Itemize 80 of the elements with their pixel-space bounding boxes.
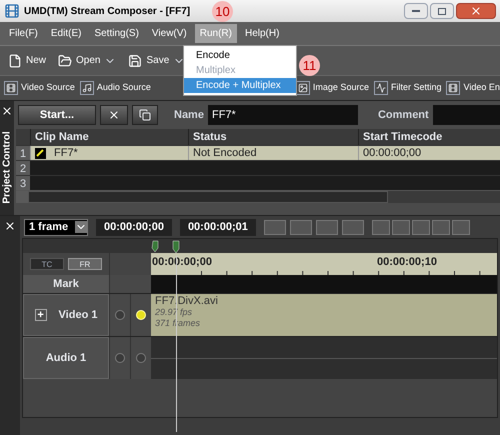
row-number: 2 [16,161,30,175]
remove-button[interactable] [100,105,128,125]
expand-button[interactable]: + [34,309,47,321]
track-toggle[interactable] [115,310,125,320]
playhead-marker-icon[interactable] [151,239,181,253]
close-icon[interactable] [1,105,13,117]
timecode-field[interactable]: 00:00:00;00 [96,218,172,236]
timeline-tool-button[interactable] [290,220,312,234]
minimize-button[interactable] [404,3,428,19]
transport-button[interactable] [432,220,450,234]
horizontal-scrollbar[interactable] [16,190,500,203]
close-icon[interactable] [4,220,16,232]
film-icon [4,81,18,95]
track-name: Audio 1 [46,350,86,366]
menu-item[interactable]: Edit(E) [46,24,86,43]
track-header[interactable]: Audio 1 [23,337,109,379]
menu-item[interactable]: File(F) [4,24,43,43]
app-icon [4,3,20,19]
step-dropdown[interactable]: 1 frame [24,218,88,236]
transport-button[interactable] [452,220,470,234]
maximize-button[interactable] [430,3,454,19]
menu-item[interactable]: Help(H) [240,24,284,43]
table-cell-text: FF7* [54,146,78,161]
music-icon [80,81,94,95]
file-icon [8,54,22,68]
toolbar-button[interactable]: Save [128,53,186,68]
timecode-field[interactable]: 00:00:00;01 [180,218,256,236]
menu-item[interactable]: View(V) [146,24,192,43]
minimize-icon [412,10,420,12]
table-cell-text: Not Encoded [193,146,257,161]
timeline-tool-button[interactable] [342,220,364,234]
menu-option[interactable]: Encode [184,48,296,63]
mark-label: Mark [23,275,109,293]
toolbar-button[interactable]: Open [58,53,116,68]
toolbar-button[interactable]: Video Source [4,81,75,95]
menu-item[interactable]: Setting(S) [89,24,144,43]
name-label: Name [174,108,204,123]
floppy-icon [128,54,142,68]
toolbar-button[interactable]: New [8,53,46,68]
transport-button[interactable] [412,220,430,234]
copy-button[interactable] [132,105,158,125]
start-button[interactable]: Start... [18,105,96,125]
row-number: 1 [16,146,30,160]
table-cell-text: 00:00:00;00 [363,146,422,161]
ruler-mode-tab[interactable]: FR [68,258,102,270]
transport-button[interactable] [392,220,410,234]
window-title: UMD(TM) Stream Composer - [FF7] [24,4,190,18]
track-header[interactable]: + Video 1 [23,294,109,336]
clip-checkbox[interactable] [35,148,46,158]
transport-button[interactable] [372,220,390,234]
film-icon [446,81,460,95]
wave-icon [374,81,388,95]
folder-icon [58,54,72,68]
scrollbar-thumb[interactable] [28,191,388,203]
clip-row[interactable]: 2 [16,160,500,175]
copy-icon [139,109,151,121]
ruler-mode-tab[interactable]: TC [30,258,64,270]
name-field[interactable]: FF7* [208,105,358,125]
clip-row[interactable]: 1 FF7* Not Encoded 00:00:00;00 [16,145,500,160]
track-toggle[interactable] [115,353,125,363]
track-toggle[interactable] [136,353,146,363]
track-name: Video 1 [58,308,98,323]
close-icon [470,5,482,17]
time-ruler[interactable]: 00:00:00;00 00:00:00;10 [151,253,497,275]
ruler-label: 00:00:00;00 [152,255,212,270]
comment-label: Comment [378,108,429,123]
toolbar-button[interactable]: Audio Source [80,81,151,95]
clip-name: FF7.DivX.avi [155,296,219,307]
row-number: 3 [16,176,30,190]
clip-row[interactable]: 3 [16,175,500,190]
x-icon [108,109,120,121]
timeline-tool-button[interactable] [316,220,338,234]
close-button[interactable] [456,3,496,19]
ruler-label: 00:00:00;10 [377,255,437,270]
panel-title: Project Control [0,130,14,205]
toolbar-button[interactable]: Filter Setting [374,81,442,95]
timeline-tool-button[interactable] [264,220,286,234]
toolbar-button[interactable]: Video En [446,81,500,95]
caret-icon [75,221,87,233]
maximize-icon [438,8,446,14]
